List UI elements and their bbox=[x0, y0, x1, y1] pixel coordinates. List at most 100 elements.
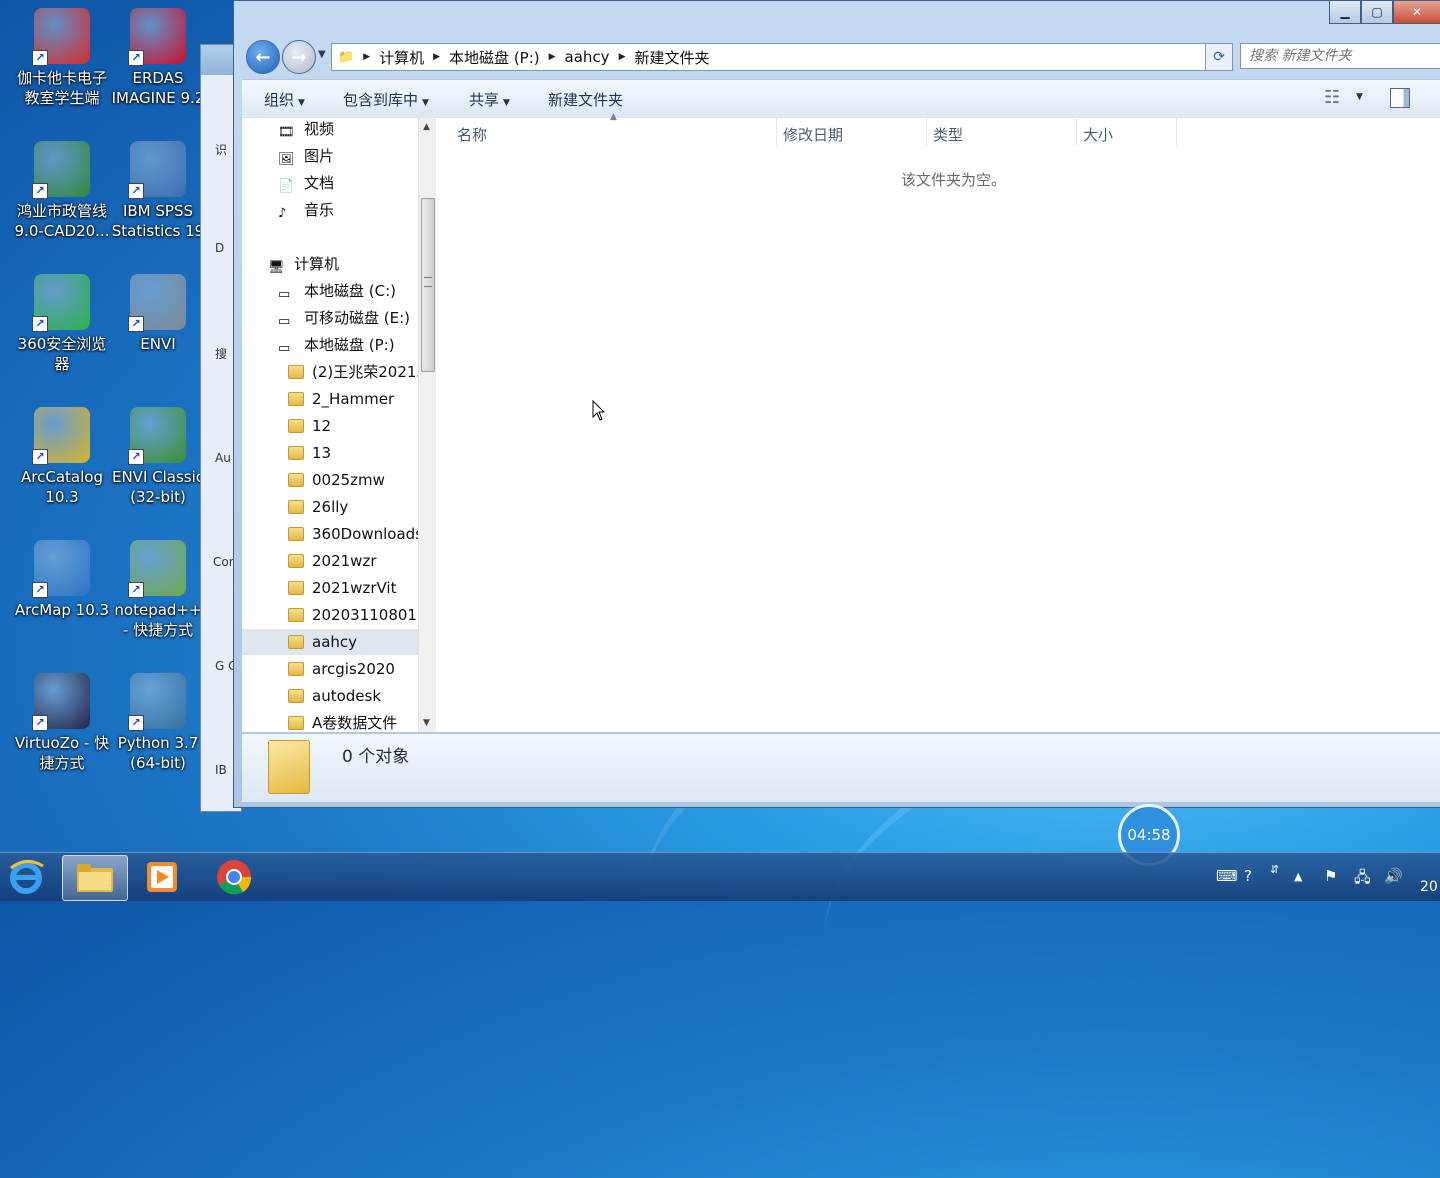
tree-item-drive[interactable]: ▭ 本地磁盘 (C:) bbox=[278, 278, 396, 304]
back-button[interactable]: ← bbox=[246, 40, 280, 74]
local-disk-icon: ▭ bbox=[278, 341, 291, 356]
breadcrumb-separator[interactable]: ▶ bbox=[430, 52, 443, 62]
tree-item-library[interactable]: 🖼 图片 bbox=[278, 143, 334, 169]
desktop-shortcut[interactable]: ↗ ERDAS IMAGINE 9.2 bbox=[110, 8, 206, 108]
desktop-shortcut[interactable]: ↗ 360安全浏览器 bbox=[14, 274, 110, 374]
recent-pages-dropdown[interactable]: ▼ bbox=[318, 49, 326, 60]
preview-pane-button[interactable] bbox=[1390, 88, 1410, 108]
tree-item-folder[interactable]: 360Downloads bbox=[288, 521, 418, 547]
desktop-shortcut[interactable]: ↗ Python 3.7 (64-bit) bbox=[110, 673, 206, 773]
column-divider[interactable] bbox=[1076, 118, 1077, 146]
shortcut-arrow-icon: ↗ bbox=[128, 582, 144, 598]
column-header-type[interactable]: 类型 bbox=[933, 124, 963, 145]
forward-button[interactable]: → bbox=[282, 40, 316, 74]
desktop-shortcut[interactable]: ↗ ArcMap 10.3 bbox=[14, 540, 110, 620]
action-center-flag-icon[interactable]: ⚑ bbox=[1324, 867, 1337, 885]
tree-item-library[interactable]: 📄 文档 bbox=[278, 170, 334, 196]
column-divider[interactable] bbox=[776, 118, 777, 146]
scrollbar-thumb[interactable] bbox=[421, 198, 435, 372]
tree-item-folder[interactable]: aahcy bbox=[242, 629, 418, 655]
tree-item-drive[interactable]: ▭ 本地磁盘 (P:) bbox=[278, 332, 395, 358]
desktop-shortcut[interactable]: ↗ 鸿业市政管线9.0-CAD20... bbox=[14, 141, 110, 241]
view-options-icon[interactable]: ☷ bbox=[1324, 87, 1340, 108]
tree-item-computer[interactable]: 🖥 计算机 bbox=[268, 251, 339, 277]
tree-item-folder[interactable]: A卷数据文件 bbox=[288, 710, 397, 732]
network-icon[interactable]: 🖧 bbox=[1354, 867, 1371, 892]
tree-item-library[interactable]: 🎞 视频 bbox=[278, 118, 334, 142]
share-menu[interactable]: 共享 ▼ bbox=[469, 89, 510, 110]
breadcrumb-aahcy[interactable]: aahcy bbox=[559, 48, 616, 66]
column-divider[interactable] bbox=[926, 118, 927, 146]
breadcrumb-separator[interactable]: ▶ bbox=[546, 52, 559, 62]
organize-menu[interactable]: 组织 ▼ bbox=[264, 89, 305, 110]
column-header-size[interactable]: 大小 bbox=[1083, 124, 1113, 145]
tree-item-folder[interactable]: autodesk bbox=[288, 683, 381, 709]
desktop-shortcut[interactable]: ↗ notepad++ - 快捷方式 bbox=[110, 540, 206, 640]
column-divider[interactable] bbox=[1176, 118, 1177, 146]
include-in-library-menu[interactable]: 包含到库中 ▼ bbox=[343, 89, 429, 110]
search-input[interactable] bbox=[1240, 43, 1440, 69]
tree-item-folder[interactable]: 26lly bbox=[288, 494, 348, 520]
view-options-dropdown[interactable]: ▼ bbox=[1356, 92, 1363, 102]
python-icon: ↗ bbox=[128, 673, 186, 731]
breadcrumb-new-folder[interactable]: 新建文件夹 bbox=[628, 47, 715, 68]
file-list[interactable]: ▲ 名称 修改日期 类型 大小 该文件夹为空。 bbox=[436, 112, 1440, 732]
desktop-shortcut-label: IBM SPSS Statistics 19 bbox=[111, 202, 205, 240]
tree-item-folder[interactable]: (2)王兆荣20213 bbox=[288, 359, 418, 385]
tree-item-folder[interactable]: 12 bbox=[288, 413, 331, 439]
tree-item-folder[interactable]: 2_Hammer bbox=[288, 386, 394, 412]
tree-item-folder[interactable]: 2021wzr bbox=[288, 548, 376, 574]
breadcrumb-separator[interactable]: ▶ bbox=[616, 52, 629, 62]
scroll-up-arrow[interactable]: ▲ bbox=[423, 122, 430, 132]
desktop-shortcut[interactable]: ↗ ArcCatalog 10.3 bbox=[14, 407, 110, 507]
tree-item-folder[interactable]: arcgis2020 bbox=[288, 656, 395, 682]
chrome-icon[interactable] bbox=[202, 855, 266, 899]
explorer-window: ▁ ▢ ✕ ← → ▼ 📁 ▶ 计算机 ▶ 本地磁盘 (P:) ▶ aahcy … bbox=[233, 0, 1440, 808]
maximize-button[interactable]: ▢ bbox=[1361, 1, 1393, 24]
tree-item-label: 2_Hammer bbox=[312, 390, 395, 408]
tree-item-folder[interactable]: 0025zmw bbox=[288, 467, 385, 493]
breadcrumb-drive-p[interactable]: 本地磁盘 (P:) bbox=[443, 47, 546, 68]
desktop-shortcut[interactable]: ↗ ENVI Classic (32-bit) bbox=[110, 407, 206, 507]
desktop-shortcut[interactable]: ↗ ENVI bbox=[110, 274, 206, 354]
details-pane: 0 个对象 bbox=[242, 733, 1440, 802]
tree-item-label: 文档 bbox=[304, 174, 335, 192]
address-bar[interactable]: 📁 ▶ 计算机 ▶ 本地磁盘 (P:) ▶ aahcy ▶ 新建文件夹 ▼ bbox=[331, 43, 1223, 71]
ie-icon[interactable] bbox=[0, 855, 52, 899]
media-player-icon[interactable] bbox=[130, 855, 194, 899]
navigation-scrollbar[interactable]: ▲ ▼ bbox=[418, 118, 436, 732]
desktop-shortcut[interactable]: ↗ IBM SPSS Statistics 19 bbox=[110, 141, 206, 241]
folder-icon: 📁 bbox=[338, 49, 355, 65]
envi-icon: ↗ bbox=[128, 274, 186, 332]
refresh-button[interactable]: ⟳ bbox=[1205, 43, 1233, 71]
explorer-taskbar-button[interactable] bbox=[62, 855, 128, 901]
show-hidden-icons-icon[interactable]: ▲ bbox=[1294, 870, 1302, 883]
tree-item-folder[interactable]: 2021wzrVit bbox=[288, 575, 396, 601]
tree-item-folder[interactable]: 202031108010 bbox=[288, 602, 418, 628]
column-header-modified[interactable]: 修改日期 bbox=[783, 124, 843, 145]
tree-item-library[interactable]: ♪ 音乐 bbox=[278, 197, 334, 223]
tree-item-drive[interactable]: ▭ 可移动磁盘 (E:) bbox=[278, 305, 410, 331]
breadcrumb-separator[interactable]: ▶ bbox=[360, 52, 373, 62]
window-controls: ▁ ▢ ✕ bbox=[1329, 1, 1440, 25]
volume-icon[interactable]: 🔊 bbox=[1384, 867, 1403, 885]
tree-item-folder[interactable]: 13 bbox=[288, 440, 331, 466]
item-count: 0 个对象 bbox=[342, 747, 410, 767]
ime-icon[interactable]: ⇵ bbox=[1270, 863, 1279, 876]
shortcut-arrow-icon: ↗ bbox=[128, 715, 144, 731]
breadcrumb-computer[interactable]: 计算机 bbox=[373, 47, 430, 68]
close-button[interactable]: ✕ bbox=[1393, 1, 1440, 24]
keyboard-icon[interactable]: ⌨ bbox=[1216, 867, 1238, 885]
tree-item-label: 2021wzrVit bbox=[312, 579, 397, 597]
desktop-shortcut[interactable]: ↗ 伽卡他卡电子教室学生端 bbox=[14, 8, 110, 108]
folder-icon bbox=[288, 500, 304, 514]
tray-clock[interactable]: 20 bbox=[1420, 879, 1438, 895]
column-header-name[interactable]: 名称 bbox=[457, 124, 487, 145]
hongye-icon: ↗ bbox=[32, 141, 90, 199]
new-folder-button[interactable]: 新建文件夹 bbox=[548, 89, 623, 110]
scroll-down-arrow[interactable]: ▼ bbox=[423, 718, 430, 728]
minimize-button[interactable]: ▁ bbox=[1329, 1, 1361, 24]
help-icon[interactable]: ? bbox=[1244, 867, 1252, 885]
desktop-shortcut[interactable]: ↗ VirtuoZo - 快捷方式 bbox=[14, 673, 110, 773]
folder-icon bbox=[288, 554, 304, 568]
